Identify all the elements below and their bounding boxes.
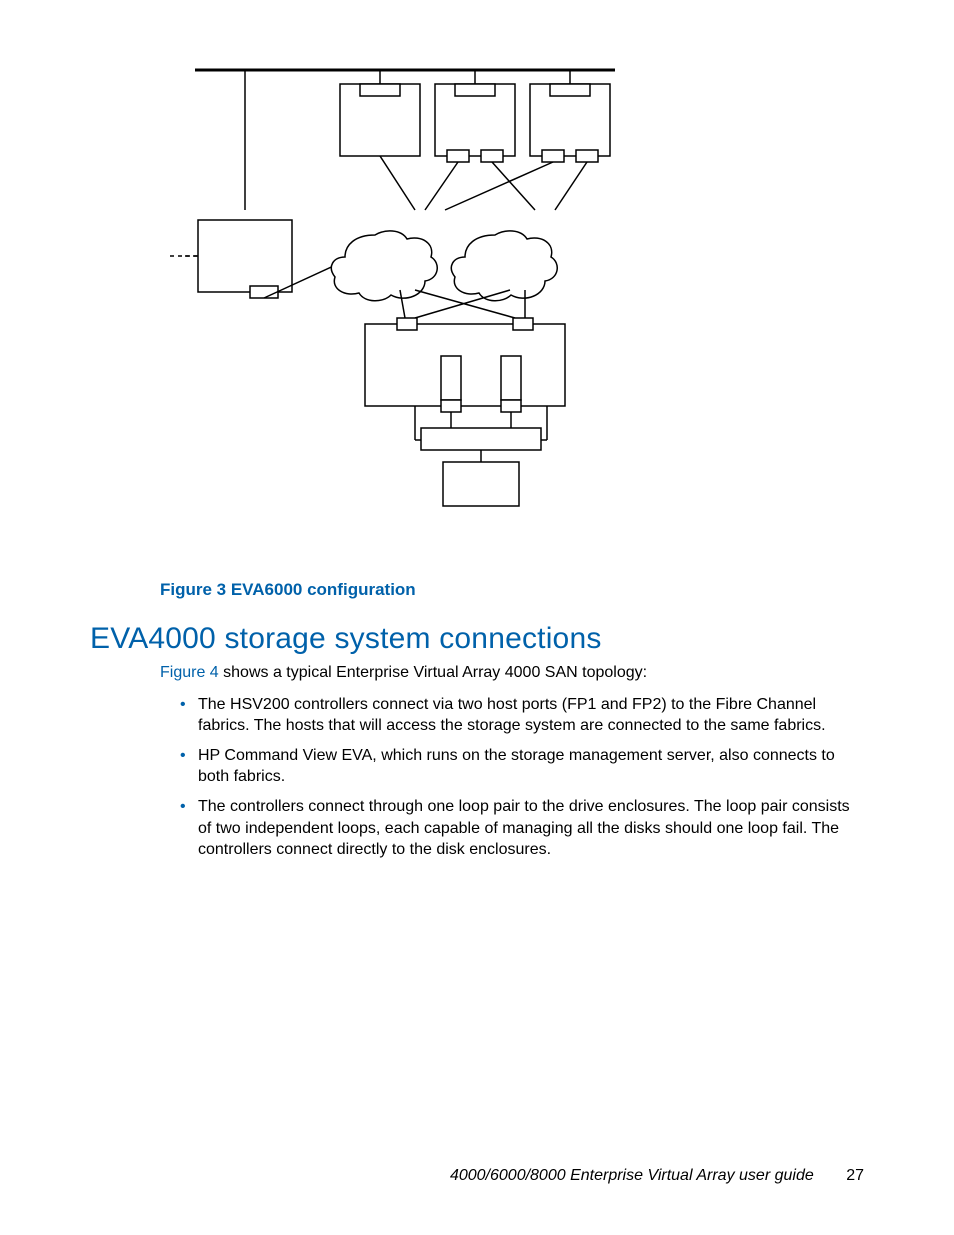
section-heading: EVA4000 storage system connections — [90, 622, 864, 656]
footer-page-number: 27 — [846, 1167, 864, 1184]
list-item: The HSV200 controllers connect via two h… — [180, 694, 864, 737]
list-item: The controllers connect through one loop… — [180, 796, 864, 861]
list-item: HP Command View EVA, which runs on the s… — [180, 745, 864, 788]
figure-xref-link[interactable]: Figure 4 — [160, 664, 219, 681]
footer-doc-title: 4000/6000/8000 Enterprise Virtual Array … — [450, 1167, 814, 1184]
bullet-list: The HSV200 controllers connect via two h… — [180, 694, 864, 861]
document-page: Figure 3 EVA6000 configuration EVA4000 s… — [0, 0, 954, 1235]
intro-text: shows a typical Enterprise Virtual Array… — [219, 664, 647, 681]
page-footer: 4000/6000/8000 Enterprise Virtual Array … — [450, 1167, 864, 1185]
figure-caption: Figure 3 EVA6000 configuration — [160, 580, 864, 600]
figure-diagram — [165, 60, 645, 525]
intro-paragraph: Figure 4 shows a typical Enterprise Virt… — [160, 662, 864, 684]
